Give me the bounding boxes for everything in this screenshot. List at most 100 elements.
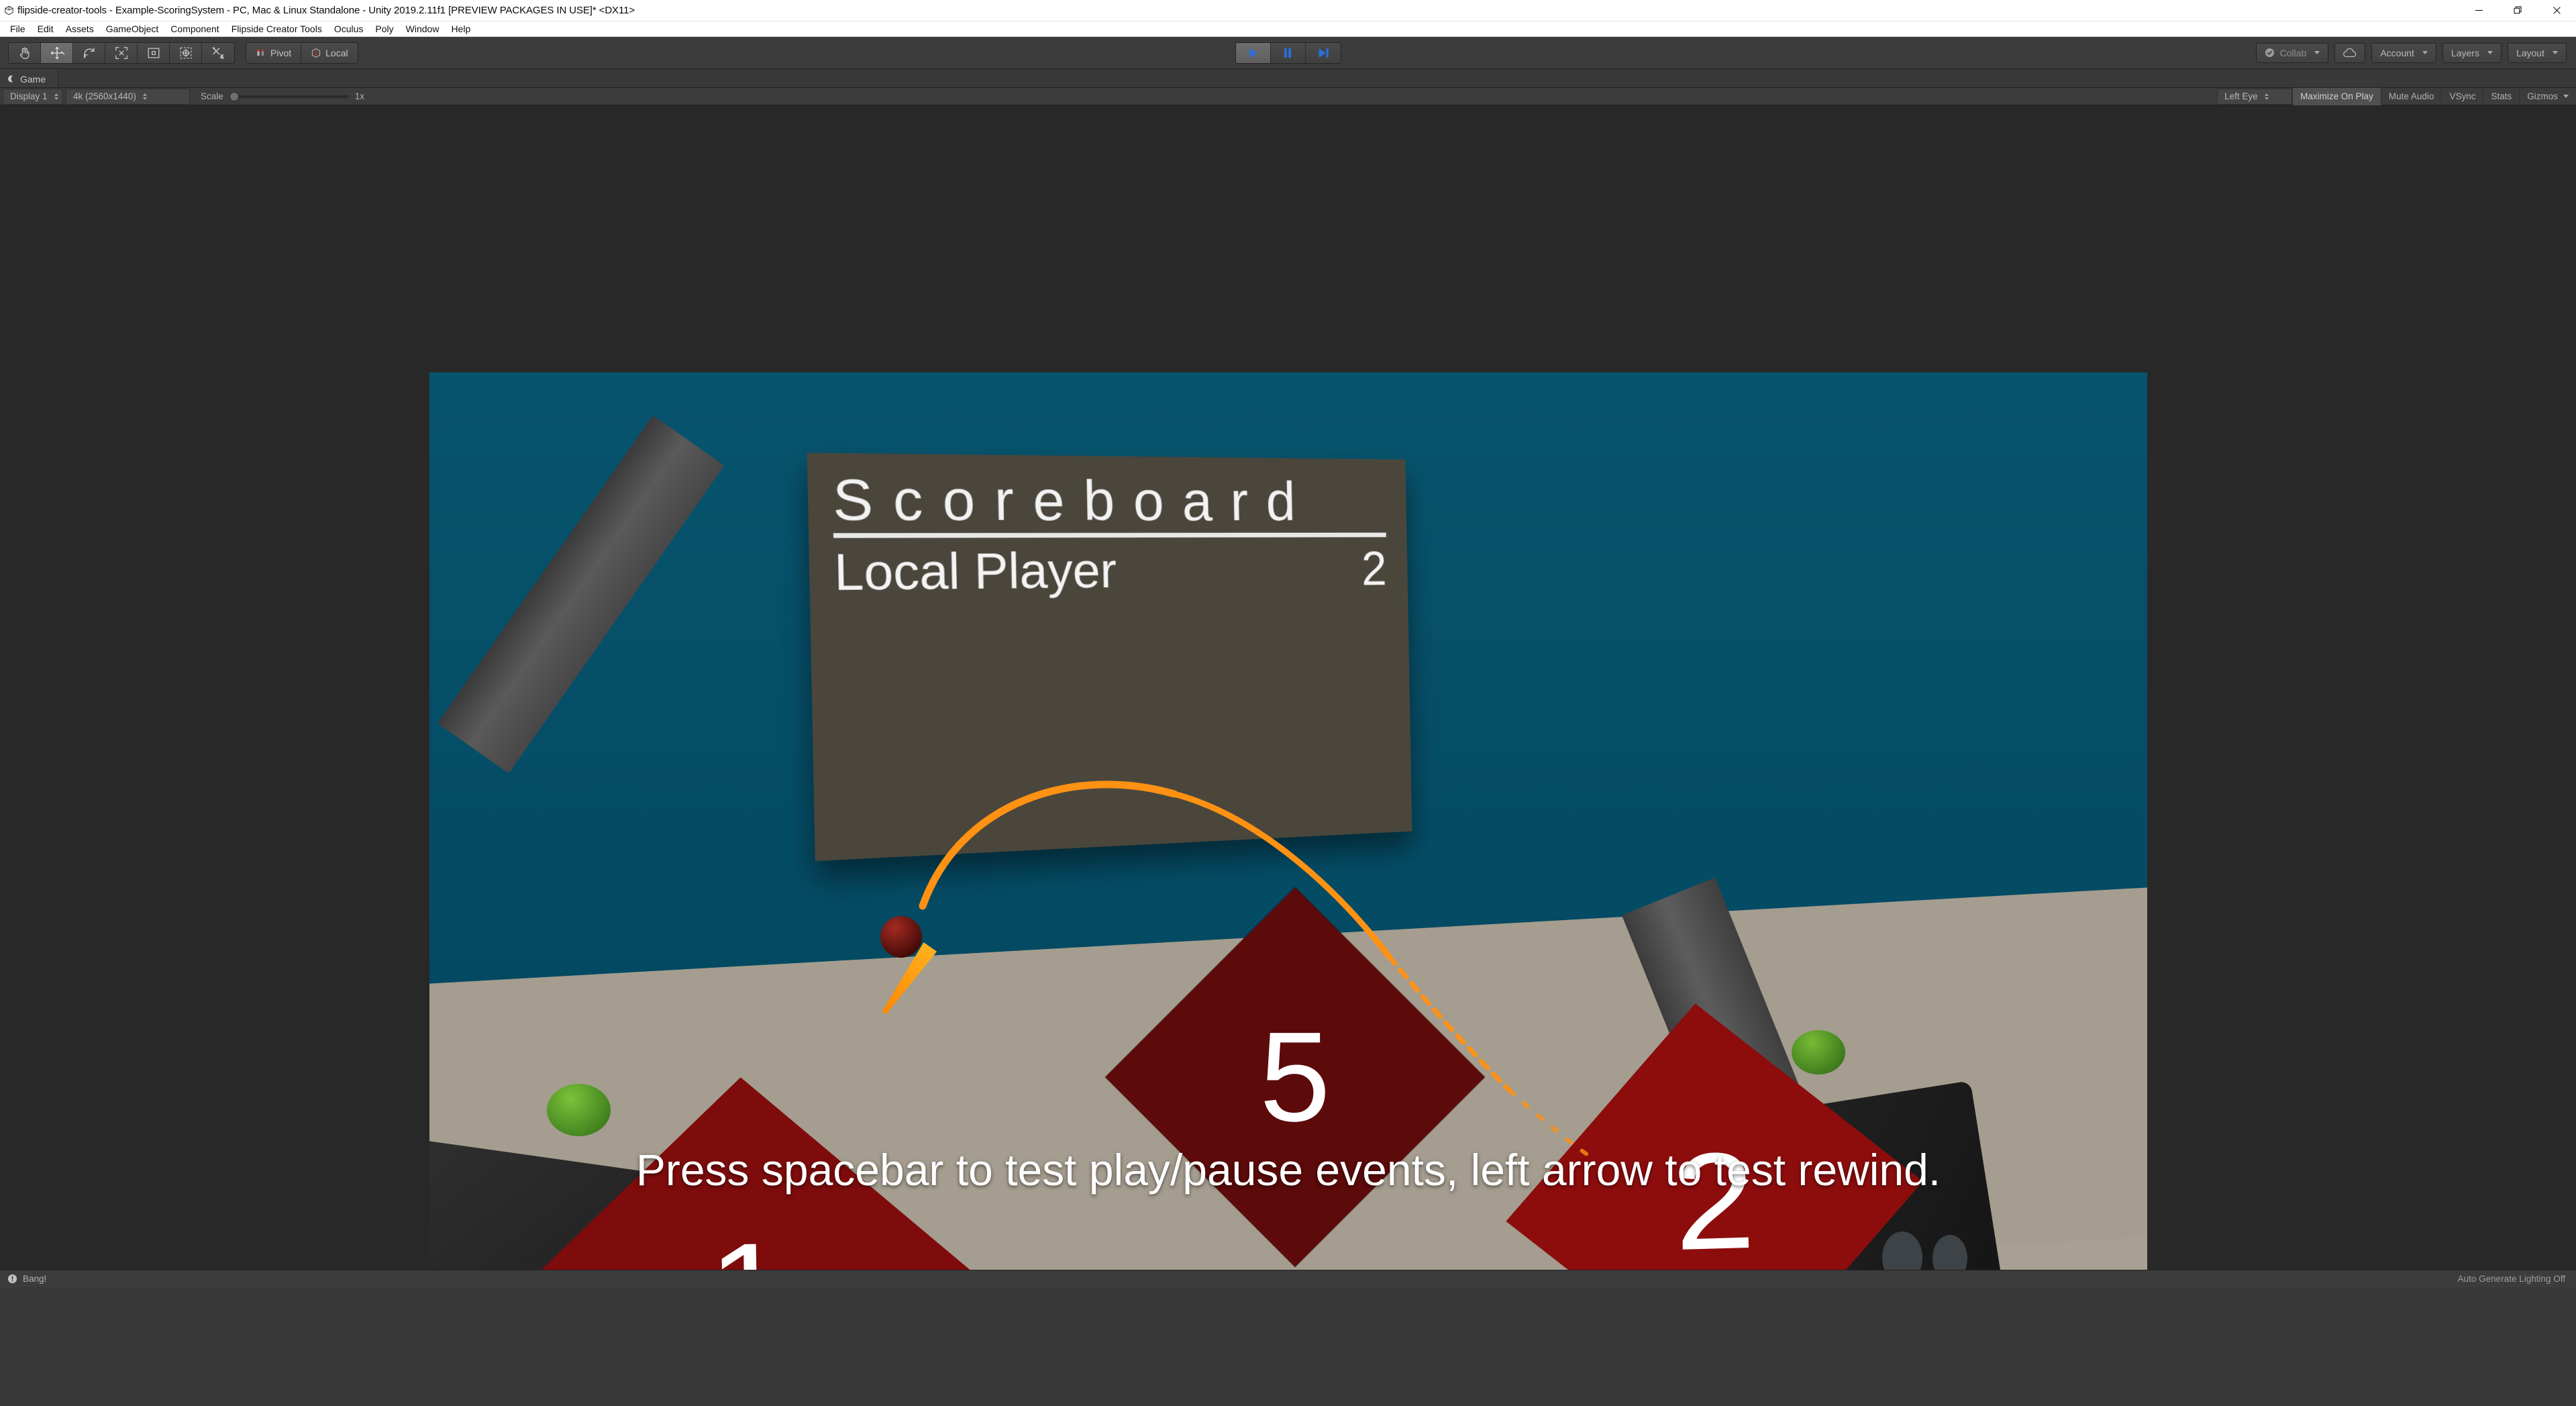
rect-tool-button[interactable] <box>138 42 170 63</box>
rotate-tool-button[interactable] <box>73 42 105 63</box>
chevron-down-icon <box>2563 95 2569 98</box>
services-cloud-button[interactable] <box>2334 42 2366 63</box>
layers-label: Layers <box>2451 47 2479 58</box>
transform-tool-button[interactable] <box>170 42 202 63</box>
menu-item-window[interactable]: Window <box>400 21 446 37</box>
scoreboard-player-score: 2 <box>1361 542 1388 596</box>
layers-button[interactable]: Layers <box>2442 42 2502 63</box>
game-view-icon <box>8 75 13 83</box>
cloud-icon <box>2343 48 2357 58</box>
custom-editor-tool-button[interactable] <box>202 42 234 63</box>
panel-tab-strip: Game <box>0 69 2576 88</box>
scoreboard-row: Local Player 2 <box>833 541 1387 602</box>
menu-bar: File Edit Assets GameObject Component Fl… <box>0 21 2576 37</box>
scale-slider-handle[interactable] <box>229 91 239 101</box>
chevron-down-icon <box>2553 51 2558 54</box>
scene-subtitle: Press spacebar to test play/pause events… <box>635 1145 1941 1195</box>
menu-item-edit[interactable]: Edit <box>32 21 60 37</box>
collab-check-icon <box>2265 48 2274 58</box>
pivot-label: Pivot <box>270 47 292 58</box>
gameview-toolbar: Display 1 4k (2560x1440) Scale 1x Left E… <box>0 87 2576 105</box>
menu-item-poly[interactable]: Poly <box>369 21 399 37</box>
menu-item-flipside-creator-tools[interactable]: Flipside Creator Tools <box>225 21 328 37</box>
local-space-icon <box>312 48 321 58</box>
scale-value: 1x <box>354 91 365 101</box>
pivot-mode-button[interactable]: Pivot <box>246 42 302 63</box>
resolution-dropdown[interactable]: 4k (2560x1440) <box>66 88 190 105</box>
collab-button[interactable]: Collab <box>2255 42 2329 63</box>
stats-toggle[interactable]: Stats <box>2483 87 2519 105</box>
maximize-on-play-label: Maximize On Play <box>2300 91 2373 101</box>
stepper-icon <box>142 93 147 100</box>
menu-item-assets[interactable]: Assets <box>60 21 100 37</box>
lighting-status: Auto Generate Lighting Off <box>2457 1274 2565 1284</box>
menu-item-file[interactable]: File <box>4 21 32 37</box>
menu-item-component[interactable]: Component <box>164 21 225 37</box>
menu-item-gameobject[interactable]: GameObject <box>100 21 165 37</box>
window-controls <box>2459 0 2576 21</box>
stats-label: Stats <box>2491 91 2512 101</box>
unity-toolbar: Pivot Local Collab Account Layers Layout <box>0 37 2576 69</box>
gizmos-label: Gizmos <box>2527 91 2558 101</box>
eye-dropdown[interactable]: Left Eye <box>2217 88 2293 105</box>
close-button[interactable] <box>2537 0 2576 21</box>
pause-icon <box>1284 48 1292 58</box>
step-button[interactable] <box>1305 42 1341 63</box>
target-one-value: 1 <box>708 1217 789 1270</box>
stepper-icon <box>54 93 58 100</box>
move-tool-button[interactable] <box>41 42 73 63</box>
scoreboard-title: Scoreboard <box>831 466 1314 533</box>
playmode-controls <box>1235 42 1341 64</box>
maximize-restore-button[interactable] <box>2498 0 2537 21</box>
scale-tool-button[interactable] <box>105 42 138 63</box>
chevron-down-icon <box>2487 51 2493 54</box>
scoreboard-divider <box>833 532 1386 538</box>
tab-game-label: Game <box>20 73 46 85</box>
unity-logo-icon <box>0 5 17 15</box>
scale-control[interactable]: Scale 1x <box>201 91 364 101</box>
chevron-down-icon <box>2422 51 2428 54</box>
game-viewport[interactable]: 1 5 2 Scoreboard Local Player 2 <box>429 372 2147 1270</box>
tab-game[interactable]: Game <box>0 70 59 87</box>
projectile-ball <box>880 916 922 958</box>
eye-value: Left Eye <box>2224 91 2258 101</box>
collab-label: Collab <box>2279 47 2307 58</box>
info-icon <box>7 1274 17 1284</box>
account-button[interactable]: Account <box>2371 42 2436 63</box>
vsync-label: VSync <box>2449 91 2476 101</box>
play-button[interactable] <box>1235 42 1271 63</box>
right-gun-green-orb <box>1792 1030 1845 1074</box>
hand-tool-button[interactable] <box>9 42 41 63</box>
target-five-value: 5 <box>1259 1005 1331 1148</box>
chevron-down-icon <box>2314 51 2320 54</box>
pivot-space-group: Pivot Local <box>246 42 358 64</box>
vsync-toggle[interactable]: VSync <box>2441 87 2483 105</box>
minimize-button[interactable] <box>2459 0 2498 21</box>
menu-item-help[interactable]: Help <box>445 21 476 37</box>
display-dropdown[interactable]: Display 1 <box>3 88 63 105</box>
menu-item-oculus[interactable]: Oculus <box>328 21 370 37</box>
maximize-on-play-toggle[interactable]: Maximize On Play <box>2292 87 2381 105</box>
stepper-icon <box>2264 93 2269 100</box>
handle-space-label: Local <box>325 47 348 58</box>
account-label: Account <box>2380 47 2414 58</box>
mute-audio-label: Mute Audio <box>2388 91 2434 101</box>
display-value: Display 1 <box>10 91 48 101</box>
scale-label: Scale <box>201 91 223 101</box>
game-view-area[interactable]: 1 5 2 Scoreboard Local Player 2 <box>0 105 2576 1270</box>
layout-button[interactable]: Layout <box>2507 42 2567 63</box>
scoreboard-panel: Scoreboard Local Player 2 <box>807 452 1412 862</box>
pivot-icon <box>257 48 264 56</box>
mute-audio-toggle[interactable]: Mute Audio <box>2380 87 2442 105</box>
status-message: Bang! <box>23 1274 47 1284</box>
step-icon <box>1319 48 1329 58</box>
pause-button[interactable] <box>1270 42 1306 63</box>
handle-space-button[interactable]: Local <box>301 42 358 63</box>
status-bar[interactable]: Bang! Auto Generate Lighting Off <box>0 1270 2576 1287</box>
transform-tools-group <box>8 42 235 64</box>
scale-slider[interactable] <box>229 91 349 101</box>
gizmos-dropdown[interactable]: Gizmos <box>2519 87 2576 105</box>
layout-label: Layout <box>2516 47 2544 58</box>
scoreboard-player-name: Local Player <box>833 542 1117 601</box>
resolution-value: 4k (2560x1440) <box>73 91 136 101</box>
